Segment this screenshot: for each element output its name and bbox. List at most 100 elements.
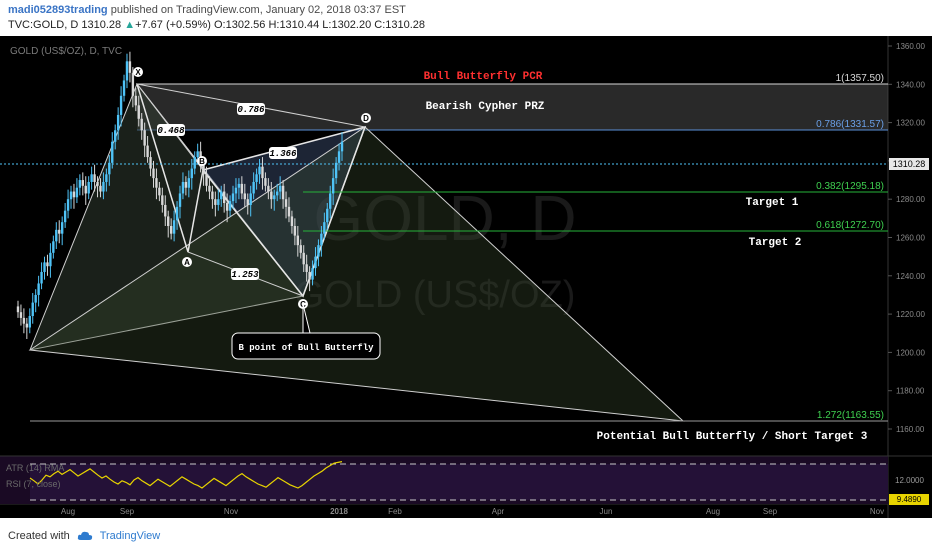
candle-body	[326, 208, 329, 223]
candle-body	[264, 178, 267, 186]
fib-label-0786: 0.786(1331.57)	[816, 119, 884, 130]
chart-title: GOLD (US$/OZ), D, TVC	[10, 46, 122, 57]
cloud-icon	[77, 531, 93, 541]
price-tick-label: 1260.00	[896, 234, 925, 243]
callout-text: B point of Bull Butterfly	[238, 343, 374, 353]
candle-body	[217, 199, 220, 205]
candle-body	[302, 252, 305, 265]
candle-body	[161, 195, 164, 205]
annotation-target1: Target 1	[746, 197, 799, 209]
candle-body	[323, 222, 326, 234]
candle-body	[22, 317, 26, 324]
candle-body	[90, 174, 93, 182]
candle-body	[122, 80, 126, 96]
candle-body	[258, 166, 261, 175]
rsi-axis-label: 12.0000	[895, 476, 924, 485]
candle-body	[284, 199, 288, 207]
candle-body	[267, 185, 270, 192]
candle-body	[228, 201, 232, 211]
tradingview-link[interactable]: TradingView	[100, 530, 161, 542]
candle-body	[46, 262, 49, 267]
time-tick-label: Jun	[600, 507, 613, 516]
created-with-label: Created with	[8, 530, 70, 542]
annotation-bull-butterfly: Bull Butterfly PCR	[424, 71, 543, 83]
candle-body	[190, 168, 193, 179]
price-tick-label: 1200.00	[896, 348, 925, 357]
candle-body	[175, 206, 179, 221]
candle-body	[178, 193, 182, 207]
candle-body	[193, 157, 196, 169]
ratio-0468: 0.468	[157, 126, 185, 136]
price-tick-label: 1340.00	[896, 80, 925, 89]
candle-body	[308, 271, 311, 280]
candle-body	[252, 181, 255, 194]
fib-label-0382: 0.382(1295.18)	[816, 181, 884, 192]
ratio-1366: 1.366	[269, 149, 297, 159]
candle-body	[87, 181, 90, 194]
time-tick-label: 2018	[330, 507, 348, 516]
candle-body	[99, 185, 102, 192]
candle-body	[220, 191, 223, 200]
candle-body	[72, 191, 76, 198]
candle-body	[340, 141, 344, 152]
candle-body	[34, 294, 37, 303]
candle-body	[211, 191, 214, 200]
open-value: 1302.56	[225, 19, 266, 31]
price-tick-label: 1360.00	[896, 42, 925, 51]
publish-header: madi052893trading published on TradingVi…	[0, 0, 932, 37]
candle-body	[222, 191, 226, 204]
candle-body	[55, 229, 58, 242]
time-tick-label: Apr	[492, 507, 505, 516]
candle-body	[96, 181, 99, 186]
candle-body	[81, 180, 84, 186]
candle-body	[214, 199, 217, 205]
symbol-label: TVC:GOLD, D	[8, 19, 79, 31]
close-label: C:	[374, 19, 386, 31]
candle-body	[231, 193, 235, 202]
open-label: O:	[213, 19, 226, 31]
price-axis[interactable]: 1360.001340.001320.001300.001280.001260.…	[888, 42, 925, 434]
time-tick-label: Aug	[61, 507, 75, 516]
publisher-link[interactable]: madi052893trading	[8, 4, 108, 16]
ratio-1253: 1.253	[231, 270, 259, 280]
candle-body	[93, 174, 96, 182]
candle-body	[246, 199, 249, 205]
candle-body	[311, 268, 314, 280]
candle-body	[208, 185, 211, 192]
candle-body	[314, 256, 317, 269]
candle-body	[75, 187, 79, 198]
last-price: 1310.28	[81, 19, 122, 31]
candle-body	[205, 174, 208, 186]
candle-body	[270, 191, 273, 200]
candle-body	[143, 130, 146, 146]
rsi-value-text: 9.4890	[897, 495, 922, 504]
candle-body	[146, 145, 149, 158]
candle-body	[108, 162, 111, 175]
time-tick-label: Aug	[706, 507, 720, 516]
time-tick-label: Feb	[388, 507, 402, 516]
annotation-bearish-cypher: Bearish Cypher PRZ	[426, 101, 545, 113]
candle-body	[116, 114, 120, 131]
candle-body	[278, 185, 282, 192]
candle-body	[181, 181, 185, 194]
candle-body	[276, 191, 279, 196]
candle-body	[137, 105, 140, 119]
candle-body	[164, 204, 167, 217]
candle-body	[293, 226, 297, 236]
candle-body	[167, 216, 170, 227]
chart-svg[interactable]: GOLD, D GOLD (US$/OZ) GOLD (US$/OZ), D, …	[0, 36, 932, 518]
atr-label: ATR (14) RMA	[6, 463, 64, 473]
fib-label-0618: 0.618(1272.70)	[816, 220, 884, 231]
candle-body	[273, 195, 276, 200]
candle-body	[19, 312, 23, 318]
candle-body	[172, 220, 176, 234]
candle-body	[187, 178, 191, 188]
price-tick-label: 1220.00	[896, 310, 925, 319]
time-axis[interactable]: Aug Sep Nov 2018 Feb Apr Jun Aug Sep Nov	[61, 507, 884, 516]
annotation-potential: Potential Bull Butterfly / Short Target …	[597, 431, 868, 443]
candle-body	[58, 229, 61, 234]
candle-body	[149, 157, 152, 169]
low-value: 1302.20	[331, 19, 372, 31]
chart-area[interactable]: GOLD, D GOLD (US$/OZ) GOLD (US$/OZ), D, …	[0, 36, 932, 518]
fib-label-1: 1(1357.50)	[836, 73, 884, 84]
